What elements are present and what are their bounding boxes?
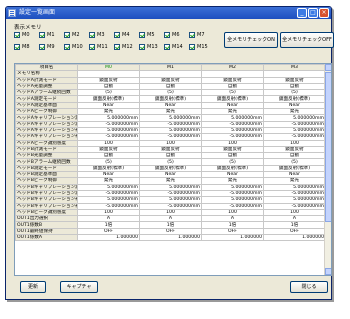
memory-checkbox-m4[interactable]: M4 <box>114 31 130 38</box>
memory-checkbox-label: M11 <box>97 43 108 50</box>
vertical-scrollbar[interactable] <box>324 64 331 275</box>
minimize-button[interactable]: _ <box>297 8 307 18</box>
memory-checkbox-label: M14 <box>172 43 183 50</box>
checkbox-checked-icon[interactable] <box>139 43 145 50</box>
display-memory-group: 表示メモリ M0 M1 M2 M3 M4 M5 M6 M7 M8 M9 M10 M11 M12 M13 M1… <box>12 22 334 60</box>
memory-checkbox-label: M13 <box>147 43 158 50</box>
settings-list-window: 設定一覧画面 _ □ × 表示メモリ M0 M1 M2 M3 M4 M5 M6 M7 M8 M9 M… <box>5 6 334 300</box>
app-icon <box>8 9 16 17</box>
close-window-button[interactable]: × <box>319 8 329 18</box>
memory-checkbox-m7[interactable]: M7 <box>189 31 205 38</box>
title-bar: 設定一覧画面 _ □ × <box>6 7 331 19</box>
row-item-name: ヘッドBキャリブレーション測定値A <box>15 183 78 191</box>
memory-checkbox-label: M2 <box>72 31 80 38</box>
memory-checkbox-label: M7 <box>197 31 205 38</box>
checkbox-checked-icon[interactable] <box>164 31 170 38</box>
checkbox-checked-icon[interactable] <box>14 31 20 38</box>
checkbox-checked-icon[interactable] <box>64 43 70 50</box>
checkbox-checked-icon[interactable] <box>89 43 95 50</box>
row-item-name: ヘッドAキャリブレーション測定値B <box>15 120 78 128</box>
table-cell[interactable]: 1.000000 <box>77 233 140 242</box>
memory-checkbox-m10[interactable]: M10 <box>64 43 83 50</box>
row-item-name: ヘッドAキャリブレーション補正値B <box>15 133 78 141</box>
display-memory-label: 表示メモリ <box>14 25 42 31</box>
memory-checkbox-m11[interactable]: M11 <box>89 43 108 50</box>
checkbox-checked-icon[interactable] <box>189 31 195 38</box>
row-item-name: ヘッドAキャリブレーション測定値A <box>15 114 78 122</box>
memory-checkbox-label: M12 <box>122 43 133 50</box>
memory-checkbox-label: M6 <box>172 31 180 38</box>
row-item-name: ヘッドBキャリブレーション補正値B <box>15 202 78 210</box>
memory-checkbox-label: M4 <box>122 31 130 38</box>
memory-checkbox-label: M3 <box>97 31 105 38</box>
checkbox-checked-icon[interactable] <box>114 43 120 50</box>
table-row: OUT1係数A 1.000000 1.000000 1.000000 1.000000 <box>15 233 326 242</box>
row-item-name: ヘッドBキャリブレーション測定値B <box>15 189 78 198</box>
row-item-name: ヘッドAアラーム継続回数 <box>15 89 78 97</box>
memory-checkbox-m6[interactable]: M6 <box>164 31 180 38</box>
checkbox-checked-icon[interactable] <box>164 43 170 50</box>
settings-table: 項目名 M0 M1 M2 M3 メモリ名称 ヘッドA計測モード 鏡面反射 鏡面反射 鏡面反射 鏡面… <box>15 64 326 242</box>
memory-checkbox-label: M5 <box>147 31 155 38</box>
memory-checkbox-label: M0 <box>22 31 30 38</box>
memory-checkbox-m14[interactable]: M14 <box>164 43 183 50</box>
memory-checkbox-label: M15 <box>197 43 208 50</box>
checkbox-checked-icon[interactable] <box>139 31 145 38</box>
memory-checkbox-m1[interactable]: M1 <box>39 31 55 38</box>
memory-checkbox-m12[interactable]: M12 <box>114 43 133 50</box>
memory-checkbox-m9[interactable]: M9 <box>39 43 55 50</box>
memory-checkbox-m13[interactable]: M13 <box>139 43 158 50</box>
checkbox-checked-icon[interactable] <box>64 31 70 38</box>
row-item-name: OUT1係数A <box>15 233 78 242</box>
all-memory-check-off-button[interactable]: 全メモリチェックOFF <box>280 32 334 48</box>
checkbox-checked-icon[interactable] <box>89 31 95 38</box>
memory-checkbox-label: M8 <box>22 43 30 50</box>
scroll-down-arrow[interactable] <box>325 268 331 275</box>
memory-checkbox-label: M9 <box>47 43 55 50</box>
table-cell[interactable]: 1.000000 <box>201 233 264 242</box>
row-item-name: ヘッドAキャリブレーション補正値A <box>15 126 78 135</box>
memory-checkbox-m0[interactable]: M0 <box>14 31 30 38</box>
row-item-name: ヘッドBアラーム継続回数 <box>15 158 78 166</box>
memory-checkbox-m5[interactable]: M5 <box>139 31 155 38</box>
memory-checkbox-m2[interactable]: M2 <box>64 31 80 38</box>
capture-button[interactable]: キャプチャ <box>60 281 98 293</box>
checkbox-checked-icon[interactable] <box>39 31 45 38</box>
maximize-button[interactable]: □ <box>308 8 318 18</box>
memory-checkbox-label: M1 <box>47 31 55 38</box>
table-cell[interactable]: 1.000000 <box>139 233 202 242</box>
all-memory-check-on-button[interactable]: 全メモリチェックON <box>224 32 278 48</box>
checkbox-checked-icon[interactable] <box>114 31 120 38</box>
scroll-up-arrow[interactable] <box>325 64 331 71</box>
row-item-name: ヘッドBキャリブレーション補正値A <box>15 196 78 204</box>
memory-checkbox-m15[interactable]: M15 <box>189 43 208 50</box>
checkbox-checked-icon[interactable] <box>14 43 20 50</box>
memory-checkbox-label: M10 <box>72 43 83 50</box>
update-button[interactable]: 更新 <box>20 281 46 293</box>
checkbox-checked-icon[interactable] <box>189 43 195 50</box>
checkbox-checked-icon[interactable] <box>39 43 45 50</box>
memory-checkbox-m8[interactable]: M8 <box>14 43 30 50</box>
close-button[interactable]: 閉じる <box>290 281 328 293</box>
memory-checkbox-m3[interactable]: M3 <box>89 31 105 38</box>
settings-grid[interactable]: 項目名 M0 M1 M2 M3 メモリ名称 ヘッドA計測モード 鏡面反射 鏡面反射 鏡面反射 鏡面… <box>14 63 332 276</box>
window-title: 設定一覧画面 <box>19 9 56 16</box>
table-cell[interactable]: 1.000000 <box>263 233 326 242</box>
scroll-thumb[interactable] <box>325 72 331 222</box>
